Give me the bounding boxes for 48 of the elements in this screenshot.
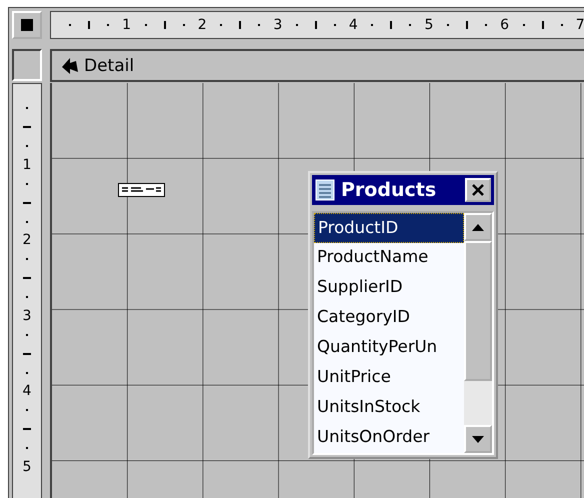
square-icon [21, 19, 33, 31]
ruler-ticks [23, 334, 31, 374]
ruler-ticks [23, 107, 31, 147]
close-icon [471, 183, 485, 197]
close-button[interactable] [465, 178, 491, 202]
ruler-ticks [446, 21, 487, 29]
ruler-ticks [144, 21, 185, 29]
ruler-number: 5 [424, 17, 434, 33]
ruler-ticks [23, 409, 31, 450]
ruler-number: 1 [22, 156, 32, 174]
ruler-number: 2 [22, 231, 32, 250]
ruler-ticks [220, 21, 260, 29]
section-title: Detail [84, 56, 134, 76]
ruler-ticks [296, 21, 336, 29]
ruler-ticks [23, 182, 31, 223]
field-item[interactable]: UnitPrice [314, 363, 464, 393]
ruler-number: 2 [196, 17, 208, 33]
ruler-corner[interactable] [12, 11, 42, 39]
scroll-up-button[interactable] [464, 213, 492, 241]
ruler-number: 4 [348, 17, 359, 33]
scroll-thumb[interactable] [464, 241, 492, 381]
ruler-number: 3 [22, 306, 32, 325]
scroll-down-button[interactable] [464, 425, 492, 453]
field-item[interactable]: CategoryID [314, 303, 464, 333]
field-item[interactable]: QuantityPerUn [314, 333, 464, 363]
ruler-number: 3 [272, 17, 284, 33]
list-icon [315, 179, 335, 201]
field-item[interactable]: ProductName [314, 243, 464, 273]
ruler-ticks [23, 258, 31, 298]
ruler-number: 7 [574, 17, 584, 33]
field-item[interactable]: UnitsInStock [314, 393, 464, 423]
field-item[interactable]: SupplierID [314, 273, 464, 303]
ruler-number: 4 [22, 382, 32, 400]
ruler-ticks [371, 21, 412, 29]
window-title: Products [341, 179, 438, 201]
up-arrow-icon [472, 224, 484, 230]
text-box-control-drawing[interactable] [118, 183, 165, 197]
ruler-ticks [69, 21, 109, 29]
field-item[interactable]: UnitsOnOrder [314, 423, 464, 453]
ruler-ticks [522, 21, 563, 29]
scrollbar[interactable] [464, 213, 492, 453]
down-arrow-icon [472, 436, 484, 442]
ruler-number: 1 [121, 17, 132, 33]
section-selector[interactable] [12, 49, 42, 81]
field-item[interactable]: ProductID [314, 213, 464, 243]
ruler-number: 5 [22, 458, 32, 476]
ruler-number: 6 [499, 17, 510, 33]
section-arrow-icon [60, 58, 80, 74]
